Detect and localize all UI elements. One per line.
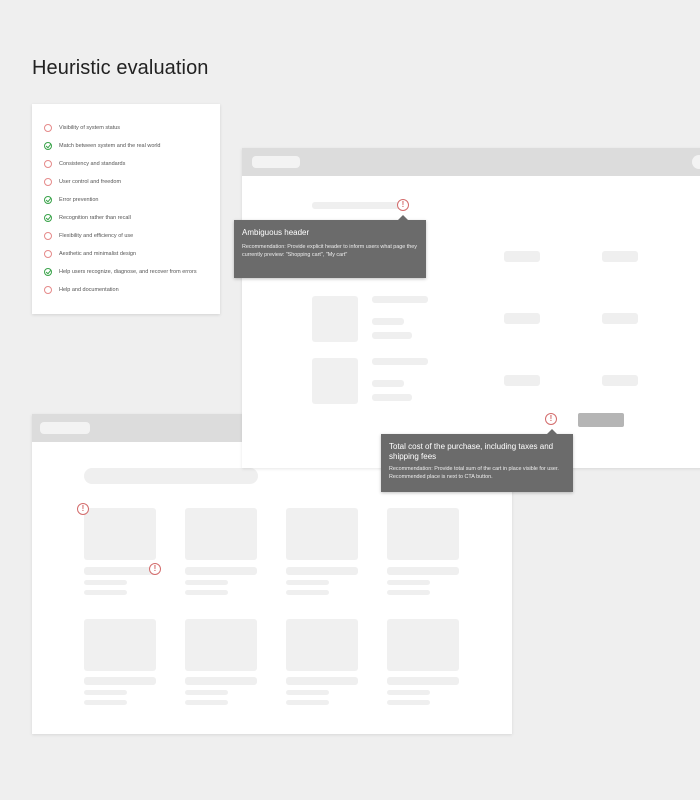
issue-marker-product-icon[interactable]: ! <box>77 503 89 515</box>
tooltip-ambiguous-header: Ambiguous header Recommendation: Provide… <box>234 215 426 278</box>
tooltip-total-cost: Total cost of the purchase, including ta… <box>381 429 573 492</box>
window-control[interactable] <box>692 155 700 169</box>
heuristic-label: Consistency and standards <box>59 161 126 167</box>
cart-item-meta <box>372 318 404 325</box>
address-bar[interactable] <box>252 156 300 168</box>
address-bar[interactable] <box>40 422 90 434</box>
checkout-cta-button[interactable] <box>578 413 624 427</box>
product-card-thumb[interactable] <box>84 619 156 671</box>
product-card-title <box>185 677 257 685</box>
product-card-meta <box>185 690 228 695</box>
heuristics-card: Visibility of system status Match between… <box>32 104 220 314</box>
heuristic-label: Visibility of system status <box>59 125 121 131</box>
tooltip-arrow <box>398 215 408 220</box>
check-circle-icon <box>44 142 52 150</box>
heuristic-item: User control and freedom <box>44 177 121 187</box>
heuristic-label: Flexibility and efficiency of use <box>59 233 134 239</box>
product-card-meta <box>185 580 228 585</box>
cart-item-thumb <box>312 296 358 342</box>
product-card-meta <box>84 700 127 705</box>
product-card-title <box>387 567 459 575</box>
product-card-thumb[interactable] <box>185 619 257 671</box>
heuristic-item: Help and documentation <box>44 285 119 295</box>
search-bar-placeholder[interactable] <box>84 468 258 484</box>
check-circle-icon <box>44 268 52 276</box>
cart-item-quantity[interactable] <box>602 313 638 324</box>
product-card-meta <box>286 580 329 585</box>
product-card-thumb[interactable] <box>84 508 156 560</box>
heuristic-item: Recognition rather than recall <box>44 213 131 223</box>
check-circle-icon <box>44 214 52 222</box>
cart-item-price <box>504 313 540 324</box>
cart-item-meta <box>372 332 412 339</box>
warning-circle-icon <box>44 178 52 186</box>
warning-circle-icon <box>44 286 52 294</box>
cart-item-meta <box>372 394 412 401</box>
product-card-title <box>286 567 358 575</box>
cart-item-thumb <box>312 358 358 404</box>
product-card-meta <box>185 700 228 705</box>
product-card-meta <box>84 590 127 595</box>
product-card-meta <box>185 590 228 595</box>
cart-window <box>242 148 700 468</box>
product-card-title <box>185 567 257 575</box>
cart-item-title <box>372 358 428 365</box>
warning-circle-icon <box>44 232 52 240</box>
product-card-title <box>84 567 156 575</box>
warning-circle-icon <box>44 250 52 258</box>
cart-item-meta <box>372 380 404 387</box>
heuristic-item: Flexibility and efficiency of use <box>44 231 133 241</box>
issue-marker-header-icon[interactable]: ! <box>397 199 409 211</box>
product-card-title <box>286 677 358 685</box>
warning-circle-icon <box>44 124 52 132</box>
product-card-meta <box>387 700 430 705</box>
heuristic-label: Help users recognize, diagnose, and reco… <box>59 269 197 275</box>
product-card-meta <box>84 580 127 585</box>
heuristic-label: Help and documentation <box>59 287 119 293</box>
tooltip-title: Ambiguous header <box>242 228 310 237</box>
product-card-title <box>84 677 156 685</box>
product-card-thumb[interactable] <box>286 619 358 671</box>
heuristic-item: Aesthetic and minimalist design <box>44 249 136 259</box>
product-card-thumb[interactable] <box>185 508 257 560</box>
heuristic-item: Visibility of system status <box>44 123 120 133</box>
heuristic-label: Recognition rather than recall <box>59 215 131 221</box>
cart-header-placeholder <box>312 202 402 209</box>
heuristic-item: Help users recognize, diagnose, and reco… <box>44 267 197 277</box>
page-title: Heuristic evaluation <box>32 57 209 79</box>
tooltip-title: Total cost of the purchase, including ta… <box>389 442 554 461</box>
heuristic-label: Match between system and the real world <box>59 143 161 149</box>
heuristic-item: Match between system and the real world <box>44 141 161 151</box>
cart-item-price <box>504 375 540 386</box>
heuristic-label: Error prevention <box>59 197 99 203</box>
product-card-thumb[interactable] <box>387 508 459 560</box>
heuristic-item: Consistency and standards <box>44 159 125 169</box>
cart-item-quantity[interactable] <box>602 375 638 386</box>
product-card-meta <box>84 690 127 695</box>
cart-item-quantity[interactable] <box>602 251 638 262</box>
product-card-thumb[interactable] <box>387 619 459 671</box>
cart-item-title <box>372 296 428 303</box>
tooltip-body: Recommendation: Provide total sum of the… <box>389 466 559 480</box>
cart-item-price <box>504 251 540 262</box>
check-circle-icon <box>44 196 52 204</box>
heuristic-label: Aesthetic and minimalist design <box>59 251 137 257</box>
issue-marker-total-icon[interactable]: ! <box>545 413 557 425</box>
tooltip-arrow <box>547 429 557 434</box>
product-card-meta <box>387 690 430 695</box>
heuristic-label: User control and freedom <box>59 179 122 185</box>
issue-marker-card-icon[interactable]: ! <box>149 563 161 575</box>
product-card-title <box>387 677 459 685</box>
product-card-meta <box>286 700 329 705</box>
product-card-meta <box>387 580 430 585</box>
heuristic-item: Error prevention <box>44 195 98 205</box>
tooltip-body: Recommendation: Provide explicit header … <box>242 244 417 258</box>
warning-circle-icon <box>44 160 52 168</box>
product-card-thumb[interactable] <box>286 508 358 560</box>
product-card-meta <box>387 590 430 595</box>
window-titlebar <box>242 148 700 176</box>
product-card-meta <box>286 590 329 595</box>
product-card-meta <box>286 690 329 695</box>
